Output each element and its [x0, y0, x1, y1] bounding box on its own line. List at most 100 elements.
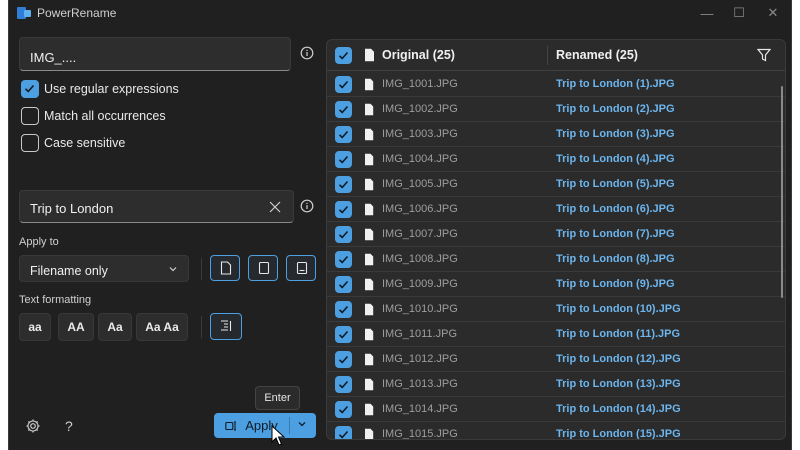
include-files-button[interactable]	[210, 255, 240, 281]
table-row[interactable]: IMG_1005.JPG Trip to London (5).JPG	[327, 172, 785, 197]
header-renamed[interactable]: Renamed (25)	[556, 48, 638, 62]
chevron-down-icon[interactable]	[297, 420, 307, 428]
case-sensitive-checkbox[interactable]	[21, 134, 39, 152]
enumerate-items-icon	[221, 320, 232, 331]
include-subfolders-button[interactable]	[286, 255, 316, 281]
table-row[interactable]: IMG_1001.JPG Trip to London (1).JPG	[327, 72, 785, 97]
original-filename: IMG_1004.JPG	[382, 153, 458, 165]
renamed-filename: Trip to London (4).JPG	[556, 153, 675, 165]
case-sensitive-label: Case sensitive	[44, 136, 126, 150]
row-checkbox[interactable]	[335, 126, 352, 143]
row-checkbox[interactable]	[335, 376, 352, 393]
include-subfolders-icon	[296, 261, 308, 275]
apply-to-label: Apply to	[19, 236, 59, 248]
scrollbar[interactable]	[781, 86, 783, 298]
table-row[interactable]: IMG_1006.JPG Trip to London (6).JPG	[327, 197, 785, 222]
renamed-filename: Trip to London (1).JPG	[556, 78, 675, 90]
table-row[interactable]: IMG_1008.JPG Trip to London (8).JPG	[327, 247, 785, 272]
renamed-filename: Trip to London (5).JPG	[556, 178, 675, 190]
table-row[interactable]: IMG_1013.JPG Trip to London (13).JPG	[327, 372, 785, 397]
minimize-icon[interactable]: —	[693, 4, 721, 22]
match-all-checkbox[interactable]	[21, 107, 39, 125]
file-icon	[365, 48, 374, 62]
row-checkbox[interactable]	[335, 326, 352, 343]
use-regex-label: Use regular expressions	[44, 82, 179, 96]
table-row[interactable]: IMG_1003.JPG Trip to London (3).JPG	[327, 122, 785, 147]
gear-icon[interactable]	[25, 418, 41, 434]
table-row[interactable]: IMG_1004.JPG Trip to London (4).JPG	[327, 147, 785, 172]
table-row[interactable]: IMG_1002.JPG Trip to London (2).JPG	[327, 97, 785, 122]
file-icon	[365, 303, 374, 316]
file-icon	[365, 353, 374, 366]
row-checkbox[interactable]	[335, 201, 352, 218]
enumerate-items-button[interactable]	[210, 313, 242, 340]
file-icon	[365, 253, 374, 266]
renamed-filename: Trip to London (12).JPG	[556, 353, 681, 365]
apply-to-dropdown[interactable]: Filename only	[19, 255, 189, 282]
info-icon[interactable]	[300, 46, 314, 60]
table-row[interactable]: IMG_1015.JPG Trip to London (15).JPG	[327, 422, 785, 440]
table-row[interactable]: IMG_1010.JPG Trip to London (10).JPG	[327, 297, 785, 322]
row-checkbox[interactable]	[335, 276, 352, 293]
row-checkbox[interactable]	[335, 226, 352, 243]
apply-button[interactable]: Apply	[214, 413, 316, 438]
row-checkbox[interactable]	[335, 351, 352, 368]
lowercase-button[interactable]: aa	[19, 313, 51, 341]
window-title: PowerRename	[37, 6, 117, 20]
include-folders-button[interactable]	[248, 255, 278, 281]
row-checkbox[interactable]	[335, 251, 352, 268]
renamed-filename: Trip to London (2).JPG	[556, 103, 675, 115]
file-icon	[365, 228, 374, 241]
original-filename: IMG_1008.JPG	[382, 253, 458, 265]
renamed-filename: Trip to London (14).JPG	[556, 403, 681, 415]
clear-icon[interactable]	[269, 201, 281, 213]
apply-to-selected: Filename only	[30, 264, 108, 278]
match-all-label: Match all occurrences	[44, 109, 166, 123]
table-row[interactable]: IMG_1007.JPG Trip to London (7).JPG	[327, 222, 785, 247]
row-checkbox[interactable]	[335, 301, 352, 318]
file-preview-list: Original (25) Renamed (25) IMG_1001.JPG T…	[326, 39, 786, 440]
row-checkbox[interactable]	[335, 401, 352, 418]
info-icon[interactable]	[300, 199, 314, 213]
help-button[interactable]: ?	[65, 418, 81, 434]
table-row[interactable]: IMG_1011.JPG Trip to London (11).JPG	[327, 322, 785, 347]
original-filename: IMG_1013.JPG	[382, 378, 458, 390]
original-filename: IMG_1002.JPG	[382, 103, 458, 115]
row-checkbox[interactable]	[335, 151, 352, 168]
close-icon[interactable]: ✕	[759, 4, 787, 22]
row-checkbox[interactable]	[335, 426, 352, 439]
file-icon	[365, 178, 374, 191]
original-filename: IMG_1005.JPG	[382, 178, 458, 190]
renamed-filename: Trip to London (13).JPG	[556, 378, 681, 390]
row-checkbox[interactable]	[335, 176, 352, 193]
header-original[interactable]: Original (25)	[382, 48, 455, 62]
maximize-icon[interactable]: ☐	[725, 4, 753, 22]
use-regex-checkbox[interactable]	[21, 80, 39, 98]
search-input[interactable]: IMG_....	[19, 37, 291, 71]
table-row[interactable]: IMG_1009.JPG Trip to London (9).JPG	[327, 272, 785, 297]
powerrename-app-icon	[17, 7, 31, 19]
table-row[interactable]: IMG_1014.JPG Trip to London (14).JPG	[327, 397, 785, 422]
apply-tooltip: Enter	[255, 386, 300, 410]
renamed-filename: Trip to London (9).JPG	[556, 278, 675, 290]
list-header: Original (25) Renamed (25)	[327, 40, 785, 71]
replace-input[interactable]: Trip to London	[19, 190, 294, 223]
uppercase-button[interactable]: AA	[58, 313, 94, 341]
renamed-filename: Trip to London (15).JPG	[556, 428, 681, 440]
capitalize-each-word-button[interactable]: Aa Aa	[136, 313, 188, 341]
file-icon	[365, 203, 374, 216]
select-all-checkbox[interactable]	[335, 47, 352, 64]
file-icon	[365, 403, 374, 416]
original-filename: IMG_1001.JPG	[382, 78, 458, 90]
chevron-down-icon	[169, 267, 177, 272]
original-filename: IMG_1006.JPG	[382, 203, 458, 215]
titlecase-button[interactable]: Aa	[98, 313, 132, 341]
file-icon	[365, 78, 374, 91]
table-row[interactable]: IMG_1012.JPG Trip to London (12).JPG	[327, 347, 785, 372]
row-checkbox[interactable]	[335, 101, 352, 118]
row-checkbox[interactable]	[335, 76, 352, 93]
text-formatting-label: Text formatting	[19, 294, 92, 306]
original-filename: IMG_1003.JPG	[382, 128, 458, 140]
rename-icon	[225, 420, 237, 431]
filter-icon[interactable]	[757, 48, 771, 62]
